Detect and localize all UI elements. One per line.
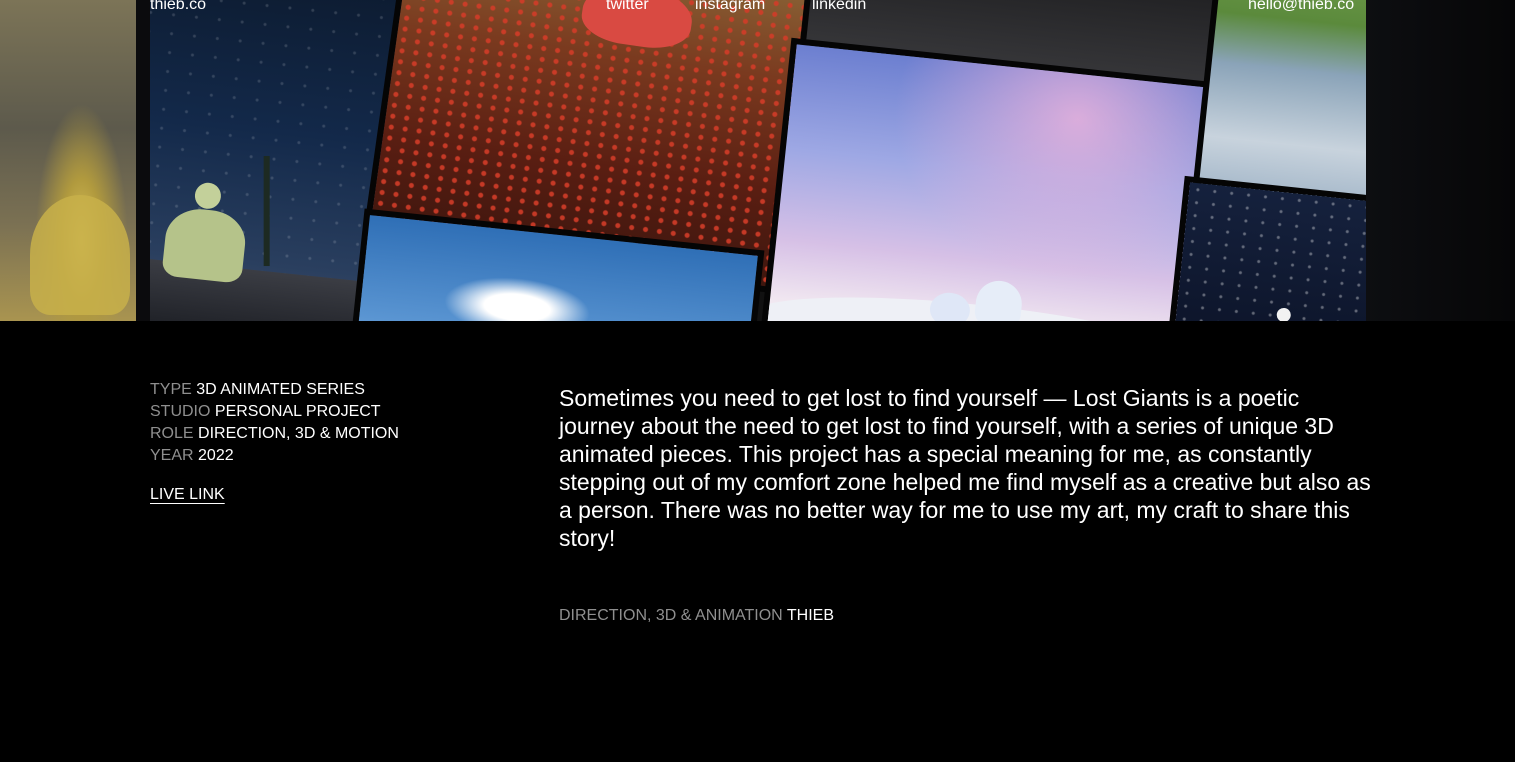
- meta-studio-label: STUDIO: [150, 403, 211, 420]
- hero-collage: [0, 0, 1515, 321]
- tile-starry-night: [1171, 182, 1366, 321]
- credits-label: DIRECTION, 3D & ANIMATION: [559, 607, 783, 624]
- meta-year-row: YEAR 2022: [150, 445, 399, 467]
- nav-link-linkedin[interactable]: linkedin: [812, 0, 866, 14]
- meta-type-value: 3D ANIMATED SERIES: [196, 381, 365, 398]
- meta-studio-value: PERSONAL PROJECT: [214, 403, 381, 420]
- meta-studio-row: STUDIO PERSONAL PROJECT: [150, 401, 399, 423]
- live-link[interactable]: LIVE LINK: [150, 486, 225, 504]
- site-logo-link[interactable]: thieb.co: [150, 0, 206, 14]
- project-meta: TYPE 3D ANIMATED SERIES STUDIO PERSONAL …: [150, 379, 399, 467]
- meta-year-value: 2022: [198, 447, 234, 464]
- tile-pink-sky: [765, 44, 1205, 321]
- hero-side-left-image: [0, 0, 136, 321]
- meta-type-label: TYPE: [150, 381, 192, 398]
- meta-year-label: YEAR: [150, 447, 194, 464]
- hero-side-right-image: [1366, 0, 1515, 321]
- meta-role-row: ROLE DIRECTION, 3D & MOTION: [150, 423, 399, 445]
- meta-type-row: TYPE 3D ANIMATED SERIES: [150, 379, 399, 401]
- nav-link-instagram[interactable]: instagram: [695, 0, 765, 14]
- credits: DIRECTION, 3D & ANIMATION THIEB: [559, 607, 834, 625]
- meta-role-label: ROLE: [150, 425, 194, 442]
- nav-email-link[interactable]: hello@thieb.co: [1248, 0, 1354, 14]
- credits-name: THIEB: [786, 607, 835, 624]
- project-description: Sometimes you need to get lost to find y…: [559, 385, 1371, 551]
- hero-frame: [150, 0, 1366, 321]
- nav-link-twitter[interactable]: twitter: [606, 0, 649, 14]
- meta-role-value: DIRECTION, 3D & MOTION: [198, 425, 399, 442]
